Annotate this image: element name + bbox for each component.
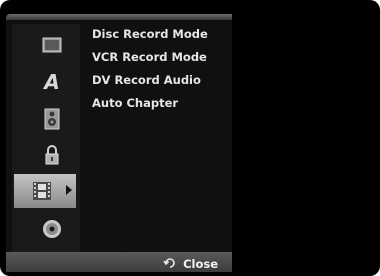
speaker-icon [40,108,64,130]
sidebar-item-display[interactable] [12,28,80,62]
svg-text:A: A [42,70,59,92]
menu-top-bar [6,14,232,20]
monitor-icon [40,34,64,56]
setup-sidebar: A [12,24,80,252]
submenu-arrow-icon [66,185,72,195]
option-auto-chapter[interactable]: Auto Chapter [92,95,208,118]
sidebar-item-record[interactable] [14,174,76,208]
disc-icon [40,218,64,240]
sidebar-item-disc[interactable] [12,212,80,246]
sidebar-item-lock[interactable] [12,138,80,172]
sidebar-item-language[interactable]: A [12,64,80,98]
tv-screen: A Disc Record Mode VCR Record Mode DV Re… [0,0,380,276]
film-record-icon [30,180,54,202]
close-label: Close [183,256,218,271]
lock-icon [40,144,64,166]
option-dv-record-audio[interactable]: DV Record Audio [92,72,208,95]
menu-footer-bar: Close [6,252,232,272]
sidebar-item-audio[interactable] [12,102,80,136]
record-options-list: Disc Record Mode VCR Record Mode DV Reco… [92,26,208,118]
option-disc-record-mode[interactable]: Disc Record Mode [92,26,208,49]
close-button[interactable]: Close [163,254,218,273]
return-icon [163,254,177,273]
language-icon: A [40,70,64,92]
option-vcr-record-mode[interactable]: VCR Record Mode [92,49,208,72]
